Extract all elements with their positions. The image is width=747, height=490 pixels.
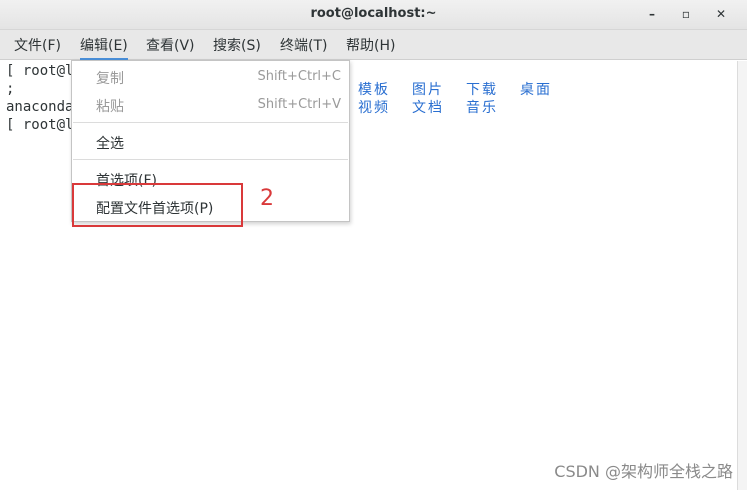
menu-separator (73, 159, 348, 160)
scrollbar[interactable] (737, 61, 747, 490)
menu-item-shortcut: Shift+Ctrl+V (257, 97, 341, 112)
menu-item-label: 复制 (96, 71, 124, 87)
directory-entry: 下载 (466, 82, 498, 98)
menu-separator (73, 122, 348, 123)
directory-entry: 音乐 (466, 100, 498, 116)
minimize-button[interactable]: – (642, 5, 662, 23)
menu-item-label: 粘贴 (96, 99, 124, 115)
directory-entry: 模板 (358, 82, 390, 98)
menu-bar: 文件(F) 编辑(E) 查看(V) 搜索(S) 终端(T) 帮助(H) (0, 30, 747, 60)
menu-edit[interactable]: 编辑(E) (80, 30, 128, 60)
annotation-number: 2 (260, 186, 274, 211)
menu-item-select-all[interactable]: 全选 (72, 128, 349, 156)
menu-item-shortcut: Shift+Ctrl+C (257, 69, 341, 84)
menu-item-paste[interactable]: 粘贴 Shift+Ctrl+V (72, 91, 349, 119)
menu-file[interactable]: 文件(F) (14, 30, 61, 60)
menu-help[interactable]: 帮助(H) (346, 30, 395, 60)
menu-terminal[interactable]: 终端(T) (280, 30, 327, 60)
title-bar: root@localhost:~ – ▫ ✕ (0, 0, 747, 30)
menu-item-copy[interactable]: 复制 Shift+Ctrl+C (72, 63, 349, 91)
directory-entry: 桌面 (520, 82, 552, 98)
terminal-line: anaconda (6, 99, 74, 115)
menu-search[interactable]: 搜索(S) (213, 30, 261, 60)
maximize-button[interactable]: ▫ (676, 5, 696, 23)
annotation-highlight-box (72, 183, 243, 227)
directory-entry: 文档 (412, 100, 444, 116)
window-title: root@localhost:~ (310, 6, 437, 21)
close-button[interactable]: ✕ (711, 5, 731, 23)
menu-item-label: 全选 (96, 136, 124, 152)
terminal-line: ; (6, 81, 15, 97)
directory-entry: 视频 (358, 100, 390, 116)
watermark: CSDN @架构师全栈之路 (554, 462, 733, 481)
menu-view[interactable]: 查看(V) (146, 30, 195, 60)
directory-entry: 图片 (412, 82, 444, 98)
